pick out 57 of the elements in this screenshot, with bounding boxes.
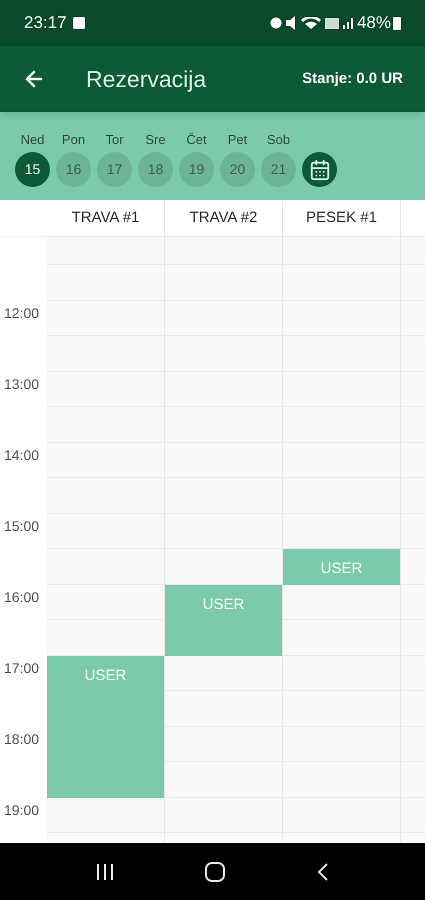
time-slot[interactable] [165,726,282,762]
alarm-icon [270,17,282,29]
weekday-label: Tor [105,130,124,148]
page-title: Rezervacija [86,64,206,94]
weekday-label: Sre [145,130,166,148]
booking-block[interactable]: USER [165,584,282,656]
column-header: TRAVA #2 [165,200,283,236]
booking-block[interactable]: USER [47,656,164,798]
weekday-label: Ned [20,130,44,148]
time-label: 14:00 [4,446,40,462]
time-label: 16:00 [4,588,40,604]
day-chip[interactable]: 19 [179,152,214,187]
calendar-button[interactable] [302,152,337,187]
time-slot[interactable] [47,514,164,549]
day-chip[interactable]: 17 [97,152,132,187]
balance-label: Stanje: 0.0 UR [302,68,403,89]
day-chip[interactable]: 16 [56,152,91,187]
day-chip[interactable]: 15 [15,152,50,187]
time-slot[interactable] [165,656,282,691]
back-icon[interactable] [316,862,330,882]
recent-apps-icon[interactable] [94,862,115,880]
calendar-icon [308,158,330,180]
status-time: 23:17 [24,12,67,34]
time-slot[interactable] [47,442,164,478]
time-slot[interactable] [47,372,164,407]
time-label: 13:00 [4,376,40,392]
time-label: 12:00 [4,304,40,320]
time-label: 15:00 [4,518,40,534]
time-slot[interactable] [47,798,164,833]
mute-icon [286,16,297,30]
time-slot[interactable] [47,584,164,620]
signal-icon [342,18,353,28]
weekday-label: Pet [228,130,248,148]
battery-percent: 48% [356,12,391,34]
time-slot[interactable] [47,300,164,336]
day-chip[interactable]: 20 [220,152,255,187]
time-slot[interactable] [165,514,282,549]
battery-icon [393,16,401,30]
time-slot[interactable] [165,798,282,833]
time-label: 17:00 [4,660,40,676]
time-label: 19:00 [4,802,40,818]
data-icon [324,18,339,28]
day-chip[interactable]: 21 [261,152,296,187]
weekday-label: Sob [266,130,290,148]
notification-icon [72,17,85,29]
column-header: TRAVA #1 [47,200,165,236]
time-slot[interactable] [283,656,400,691]
time-slot[interactable] [283,584,400,620]
column-header: PESEK #1 [283,200,401,236]
wifi-icon [300,17,321,29]
home-icon[interactable] [204,860,226,882]
time-label: 18:00 [4,730,40,746]
weekday-label: Čet [186,130,207,148]
time-slot[interactable] [283,514,400,549]
day-chip[interactable]: 18 [138,152,173,187]
booking-block[interactable]: USER [283,549,400,584]
weekday-label: Pon [62,130,86,148]
